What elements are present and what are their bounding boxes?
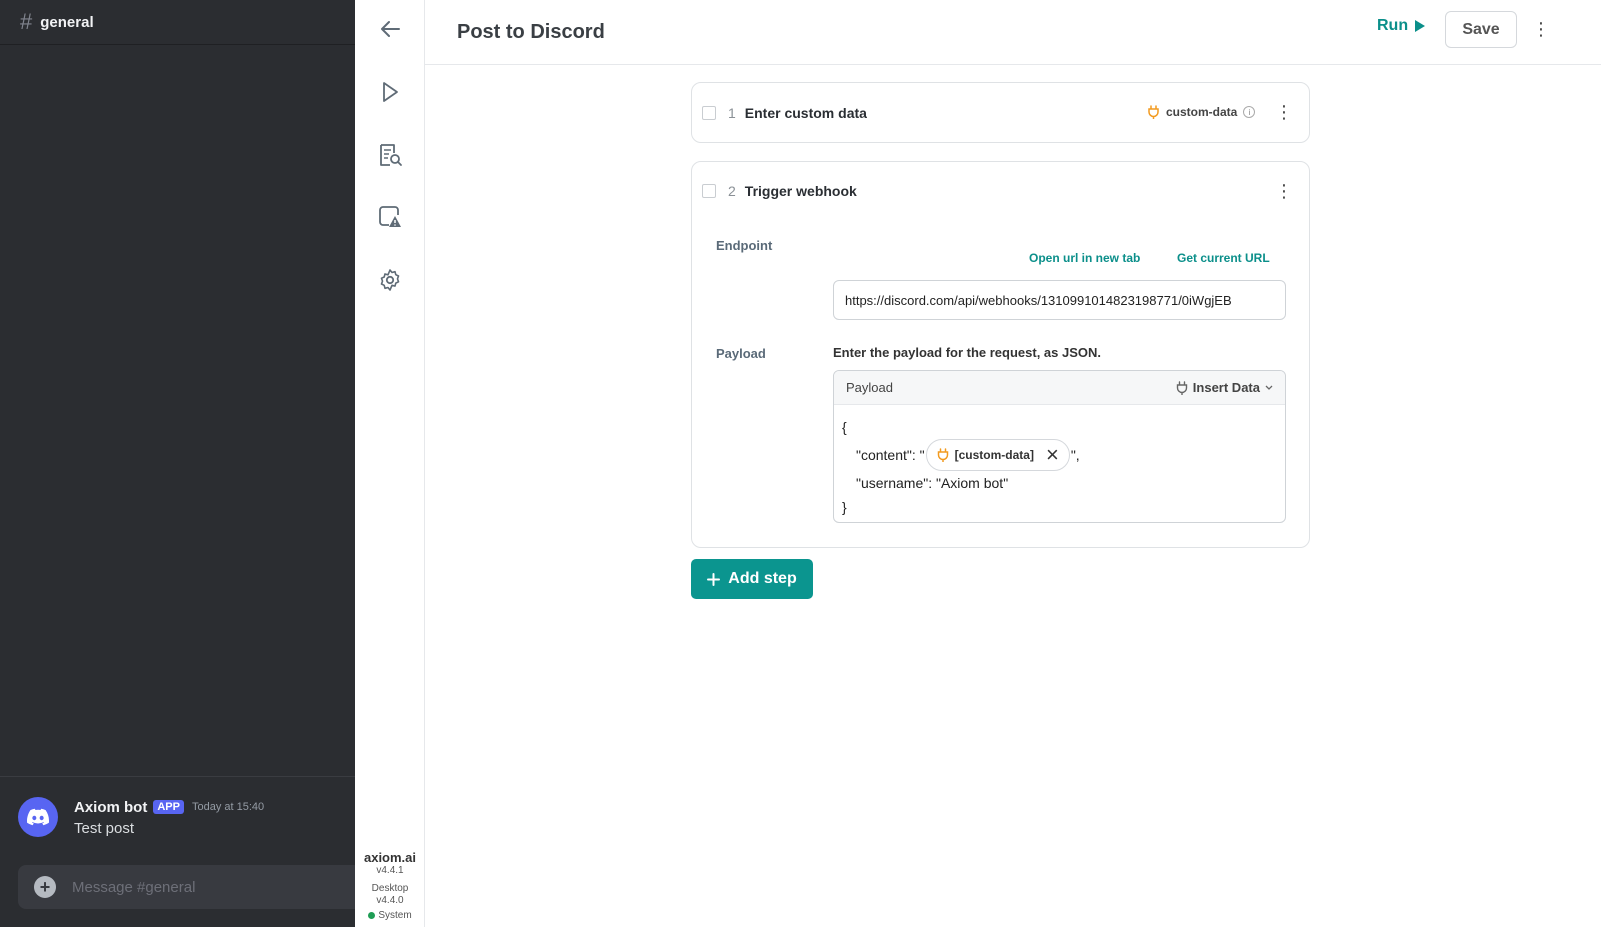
endpoint-label: Endpoint <box>716 238 773 253</box>
add-step-button[interactable]: Add step <box>691 559 813 599</box>
insert-data-label: Insert Data <box>1192 380 1260 395</box>
status-label: System <box>378 910 412 921</box>
get-current-url-link[interactable]: Get current URL <box>1177 251 1270 265</box>
data-chip-label: custom-data <box>1166 105 1238 119</box>
status-indicator: System <box>355 910 425 921</box>
info-icon[interactable]: i <box>1243 106 1256 118</box>
step-header: 2 Trigger webhook <box>702 183 857 199</box>
remove-token-icon[interactable]: × <box>1046 444 1059 466</box>
message-input[interactable] <box>72 878 312 896</box>
message-author[interactable]: Axiom bot <box>74 799 147 816</box>
play-icon[interactable] <box>377 79 403 105</box>
plug-icon <box>1148 105 1159 119</box>
code-brace: } <box>842 499 847 515</box>
content-end: ", <box>1070 447 1080 463</box>
payload-hint: Enter the payload for the request, as JS… <box>833 345 1102 360</box>
data-token-label: [custom-data] <box>954 448 1034 462</box>
insert-data-dropdown[interactable]: Insert Data <box>1176 380 1273 395</box>
add-attachment-icon[interactable]: + <box>34 876 56 898</box>
automation-editor: Post to Discord Run Save ⋮ 1 Enter custo… <box>425 0 1601 927</box>
message-composer: + <box>18 865 355 909</box>
content-key: "content": " <box>856 447 925 463</box>
chevron-down-icon <box>1265 385 1273 390</box>
axiom-sidebar: axiom.ai v4.4.1 Desktop v4.4.0 System <box>355 0 425 927</box>
brand-name: axiom.ai <box>363 850 417 865</box>
editor-header: Post to Discord Run Save ⋮ <box>425 0 1601 65</box>
data-token[interactable]: [custom-data] × <box>925 439 1070 471</box>
status-dot-icon <box>368 912 376 919</box>
payload-editor-header: Payload Insert Data <box>834 371 1285 405</box>
code-line: "username": "Axiom bot" <box>842 471 1277 495</box>
chat-message: Axiom bot APP Today at 15:40 Test post <box>18 797 264 837</box>
discord-logo-icon <box>27 808 49 826</box>
payload-label: Payload <box>716 346 766 361</box>
step-checkbox[interactable] <box>702 106 716 120</box>
step-title: Enter custom data <box>744 105 867 121</box>
code-brace: { <box>842 419 847 435</box>
save-button[interactable]: Save <box>1445 11 1517 48</box>
step-menu-icon[interactable]: ⋮ <box>1274 181 1294 201</box>
step-header: 1 Enter custom data <box>702 105 867 121</box>
payload-code[interactable]: { "content": " [custom-data] × ", "usern… <box>834 405 1285 522</box>
discord-panel: # general Axiom bot APP Today at 15:40 T… <box>0 0 355 927</box>
avatar[interactable] <box>18 797 58 837</box>
step-number: 1 <box>728 105 736 121</box>
code-line: } <box>842 495 1277 519</box>
settings-gear-icon[interactable] <box>377 267 403 293</box>
app-version: v4.4.1 <box>376 865 404 876</box>
run-label: Run <box>1377 17 1409 34</box>
hash-icon: # <box>20 9 33 34</box>
divider <box>0 776 355 777</box>
endpoint-input[interactable]: https://discord.com/api/webhooks/1310991… <box>833 280 1286 320</box>
plus-icon <box>707 572 721 586</box>
open-url-new-tab-link[interactable]: Open url in new tab <box>1029 251 1140 265</box>
version-info: axiom.ai v4.4.1 Desktop v4.4.0 System <box>355 850 425 921</box>
back-arrow-icon[interactable] <box>377 16 403 42</box>
run-report-icon[interactable] <box>377 142 403 168</box>
play-triangle-icon <box>1415 20 1426 32</box>
step-title: Trigger webhook <box>744 183 857 199</box>
username-line: "username": "Axiom bot" <box>856 475 1009 491</box>
desktop-version: v4.4.0 <box>376 895 404 906</box>
message-text: Test post <box>74 820 135 837</box>
code-line: { <box>842 415 1277 439</box>
step-menu-icon[interactable]: ⋮ <box>1274 102 1294 122</box>
step-checkbox[interactable] <box>702 184 716 198</box>
plug-icon <box>937 448 948 462</box>
desktop-label: Desktop <box>371 883 409 894</box>
payload-editor-label: Payload <box>846 380 893 395</box>
code-line: "content": " [custom-data] × ", <box>842 439 1277 471</box>
channel-header: # general <box>0 0 355 45</box>
payload-editor[interactable]: Payload Insert Data { "content": " [cust… <box>833 370 1286 523</box>
message-timestamp: Today at 15:40 <box>191 801 265 813</box>
alert-monitor-icon[interactable] <box>377 204 403 230</box>
more-options-icon[interactable]: ⋮ <box>1531 19 1551 39</box>
channel-name: general <box>40 13 94 31</box>
run-button[interactable]: Run <box>1377 17 1426 35</box>
data-output-chip[interactable]: custom-data i <box>1147 105 1256 119</box>
step-card-2[interactable]: 2 Trigger webhook ⋮ Endpoint Open url in… <box>691 161 1310 548</box>
plug-outline-icon <box>1176 380 1187 395</box>
step-number: 2 <box>728 183 736 199</box>
app-badge: APP <box>153 800 184 814</box>
add-step-label: Add step <box>728 570 797 587</box>
page-title[interactable]: Post to Discord <box>457 21 605 44</box>
step-card-1[interactable]: 1 Enter custom data custom-data i ⋮ <box>691 82 1310 143</box>
